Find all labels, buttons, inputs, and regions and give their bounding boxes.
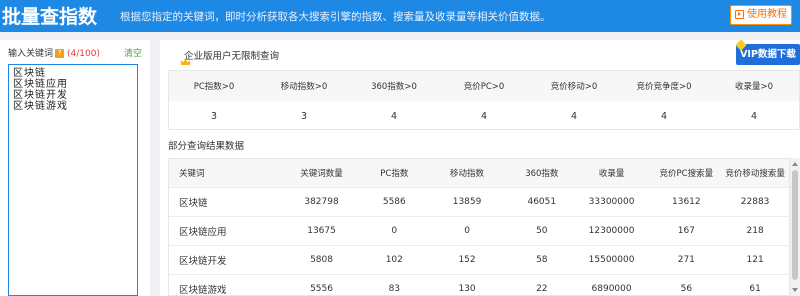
table-cell: 区块链应用	[179, 227, 227, 238]
table-cell: 61	[749, 284, 761, 294]
scroll-up-icon[interactable]	[792, 162, 798, 166]
stats-header-cell: 收录量>0	[734, 82, 774, 92]
stats-header-row: PC指数>0 移动指数>0 360指数>0 竞价PC>0 竞价移动>0 竞价竞争…	[169, 71, 799, 101]
table-cell: 5586	[382, 197, 406, 207]
table-cell: 5808	[310, 255, 333, 265]
table-cell: 13859	[452, 197, 482, 207]
table-cell: 22883	[740, 197, 770, 207]
column-header[interactable]: PC指数	[366, 167, 422, 179]
table-cell: 56	[680, 284, 693, 294]
keyword-input-panel: 输入关键词? (4/100) 清空 区块链 区块链应用 区块链开发 区块链游戏	[0, 40, 150, 296]
column-header[interactable]: 收录量	[572, 167, 652, 179]
summary-stats: PC指数>0 移动指数>0 360指数>0 竞价PC>0 竞价移动>0 竞价竞争…	[168, 70, 800, 130]
table-cell: 83	[388, 284, 401, 294]
table-cell: 12300000	[588, 226, 635, 236]
table-row: 区块链开发 5808 102 152 58 15500000 271 121	[169, 246, 789, 275]
table-cell: 区块链	[179, 198, 208, 209]
table-row: 区块链 382798 5586 13859 46051 33300000 136…	[169, 188, 789, 217]
tutorial-button-label: 使用教程	[747, 9, 787, 20]
column-header[interactable]: 360指数	[512, 167, 572, 179]
keyword-count: (4/100)	[67, 49, 100, 59]
vip-download-label: VIP数据下载	[740, 49, 796, 60]
table-cell: 13612	[672, 197, 701, 207]
stats-value-cell: 4	[660, 110, 668, 122]
table-cell: 218	[746, 226, 764, 236]
scroll-down-icon[interactable]	[792, 288, 798, 292]
column-header[interactable]: 移动指数	[422, 167, 512, 179]
column-header[interactable]: 关键词	[169, 167, 277, 179]
page-description: 根据您指定的关键词，即时分析获取各大搜索引擎的指数、搜索量及收录量等相关价值数据…	[120, 11, 551, 23]
table-cell: 0	[391, 226, 398, 236]
stats-header-cell: PC指数>0	[193, 82, 235, 92]
table-cell: 13675	[307, 226, 336, 236]
stats-value-row: 3 3 4 4 4 4 4	[169, 101, 799, 131]
table-cell: 167	[677, 226, 695, 236]
table-cell: 271	[677, 255, 695, 265]
results-table: 关键词 关键词数量 PC指数 移动指数 360指数 收录量 竞价PC搜索量 竞价…	[168, 158, 790, 296]
clear-button[interactable]: 清空	[124, 46, 142, 59]
table-cell: 6890000	[591, 284, 632, 294]
stats-header-cell: 竞价移动>0	[550, 82, 598, 92]
stats-value-cell: 3	[210, 110, 218, 122]
table-cell: 130	[458, 284, 476, 294]
table-cell: 50	[536, 226, 548, 236]
table-cell: 46051	[527, 197, 557, 207]
table-cell: 121	[746, 255, 764, 265]
stats-header-cell: 移动指数>0	[280, 82, 328, 92]
keyword-textarea[interactable]: 区块链 区块链应用 区块链开发 区块链游戏	[8, 64, 138, 296]
keyword-input-header: 输入关键词? (4/100)	[8, 46, 100, 59]
column-header[interactable]: 竞价移动搜索量	[721, 167, 789, 179]
enterprise-notice: 企业版用户无限制查询	[184, 51, 280, 62]
play-icon	[735, 10, 744, 19]
table-cell: 58	[536, 255, 548, 265]
page-title: 批量查指数	[2, 6, 98, 28]
keyword-line: 区块链游戏	[13, 101, 68, 112]
table-row: 区块链游戏 5556 83 130 22 6890000 56 61	[169, 275, 789, 296]
results-panel: 企业版用户无限制查询 VIP数据下载 PC指数>0 移动指数>0 360指数>0…	[160, 39, 800, 296]
vip-download-button[interactable]: VIP数据下载	[735, 39, 800, 65]
page-header: 批量查指数 根据您指定的关键词，即时分析获取各大搜索引擎的指数、搜索量及收录量等…	[0, 0, 800, 32]
stats-value-cell: 4	[750, 110, 758, 122]
column-header[interactable]: 关键词数量	[277, 167, 367, 179]
table-cell: 22	[536, 284, 548, 294]
stats-value-cell: 4	[390, 110, 398, 122]
keyword-line: 区块链应用	[13, 79, 68, 90]
stats-header-cell: 360指数>0	[371, 82, 417, 92]
table-cell: 区块链游戏	[179, 285, 227, 296]
stats-value-cell: 3	[300, 110, 308, 122]
stats-header-cell: 竞价PC>0	[463, 82, 505, 92]
section-title: 部分查询结果数据	[168, 141, 245, 152]
stats-header-cell: 竞价竞争度>0	[636, 82, 692, 92]
tutorial-button[interactable]: 使用教程	[730, 5, 792, 25]
scroll-thumb[interactable]	[792, 170, 798, 280]
stats-value-cell: 4	[570, 110, 578, 122]
column-header[interactable]: 竞价PC搜索量	[651, 167, 721, 179]
help-icon[interactable]: ?	[55, 49, 65, 58]
table-row: 区块链应用 13675 0 0 50 12300000 167 218	[169, 217, 789, 246]
table-cell: 33300000	[588, 197, 635, 207]
table-cell: 5556	[310, 284, 333, 294]
table-cell: 0	[464, 226, 470, 236]
keyword-line: 区块链开发	[13, 90, 68, 101]
table-cell: 152	[458, 255, 476, 265]
table-header-row: 关键词 关键词数量 PC指数 移动指数 360指数 收录量 竞价PC搜索量 竞价…	[169, 159, 789, 188]
table-cell: 102	[385, 255, 403, 265]
stats-value-cell: 4	[480, 110, 488, 122]
table-cell: 382798	[304, 197, 339, 207]
table-cell: 区块链开发	[179, 256, 227, 267]
keyword-input-label: 输入关键词	[8, 49, 54, 59]
table-cell: 15500000	[588, 255, 635, 265]
keyword-line: 区块链	[13, 68, 46, 79]
table-scrollbar[interactable]	[790, 158, 800, 296]
